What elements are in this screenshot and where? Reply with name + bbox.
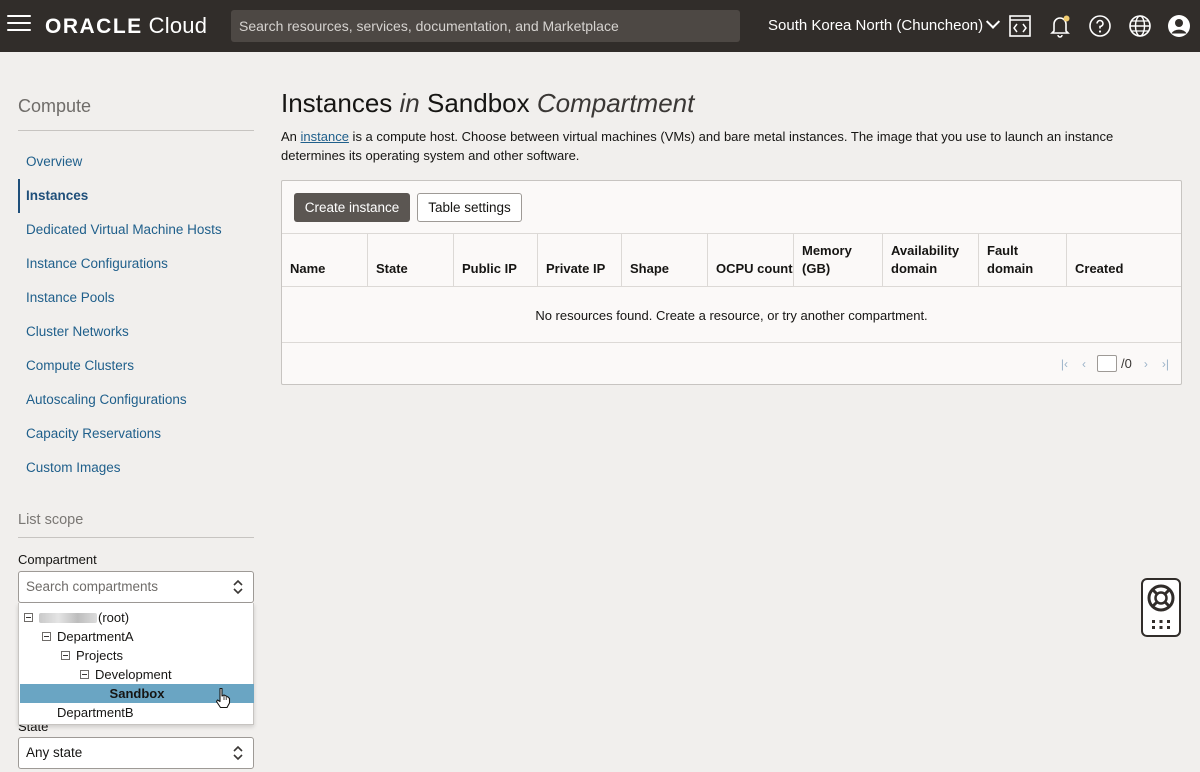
oracle-cloud-logo[interactable]: ORACLE Cloud [45,13,207,39]
state-select-value: Any state [26,745,83,760]
tree-node-department-b[interactable]: DepartmentB [57,703,134,722]
notifications-bell-icon[interactable] [1048,14,1072,38]
region-selector[interactable]: South Korea North (Chuncheon) [768,14,1001,34]
sidebar-item-cluster-networks[interactable]: Cluster Networks [18,315,254,349]
tree-node-label: DepartmentB [57,705,134,720]
empty-table-message: No resources found. Create a resource, o… [282,288,1181,343]
help-support-widget[interactable] [1141,578,1181,637]
create-instance-button[interactable]: Create instance [294,193,410,222]
column-header-memory[interactable]: Memory (GB) [794,234,883,287]
user-profile-icon[interactable] [1167,14,1191,38]
instance-help-link[interactable]: instance [301,129,349,144]
desc-text: An [281,129,301,144]
language-globe-icon[interactable] [1128,14,1152,38]
brand-oracle: ORACLE [45,15,143,38]
sidebar-item-capacity-reservations[interactable]: Capacity Reservations [18,417,254,451]
page-total: /0 [1121,356,1132,371]
tree-node-label: Development [95,667,172,682]
tree-node-root-label: (root) [98,610,130,625]
sidebar-item-instance-configurations[interactable]: Instance Configurations [18,247,254,281]
hamburger-menu-icon[interactable] [7,15,31,35]
last-page-icon[interactable]: ›| [1162,357,1169,371]
page-description: An instance is a compute host. Choose be… [281,127,1161,165]
title-part: Compartment [536,88,695,118]
first-page-icon[interactable]: |‹ [1061,357,1068,371]
compartment-label: Compartment [18,552,97,567]
sidebar-item-compute-clusters[interactable]: Compute Clusters [18,349,254,383]
redacted-tenancy-name [39,612,97,623]
sidebar-item-dedicated-vm-hosts[interactable]: Dedicated Virtual Machine Hosts [18,213,254,247]
title-part: Instances [281,88,400,118]
sidebar-item-overview[interactable]: Overview [18,145,254,179]
sidebar-item-autoscaling-configurations[interactable]: Autoscaling Configurations [18,383,254,417]
pagination: |‹ ‹ /0 › ›| [1054,355,1169,372]
table-header: Name State Public IP Private IP Shape OC… [282,233,1181,287]
tree-node-root[interactable]: (root) [24,608,129,627]
sidebar-item-custom-images[interactable]: Custom Images [18,451,254,485]
collapse-icon[interactable] [80,670,89,679]
column-header-state[interactable]: State [368,234,454,287]
select-updown-icon [233,579,243,595]
list-scope-heading: List scope [18,512,84,528]
code-editor-icon[interactable] [1008,14,1032,38]
select-updown-icon [233,745,243,761]
region-label: South Korea North (Chuncheon) [768,17,984,34]
desc-text: is a compute host. Choose between virtua… [281,129,1114,163]
page-title: Instances in Sandbox Compartment [281,88,694,119]
title-part: Sandbox [419,88,537,118]
tree-node-projects[interactable]: Projects [61,646,123,665]
instances-table-panel: Create instance Table settings Name Stat… [281,180,1182,385]
previous-page-icon[interactable]: ‹ [1082,357,1086,371]
tree-node-label: Projects [76,648,123,663]
table-settings-button[interactable]: Table settings [417,193,522,222]
column-header-shape[interactable]: Shape [622,234,708,287]
state-select[interactable]: Any state [18,737,254,769]
compartment-search-placeholder: Search compartments [26,579,159,594]
global-search-input[interactable] [231,10,740,42]
column-header-created[interactable]: Created [1067,234,1181,287]
collapse-icon[interactable] [42,632,51,641]
column-header-public-ip[interactable]: Public IP [454,234,538,287]
life-ring-icon [1147,584,1175,629]
column-header-availability-domain[interactable]: Availability domain [883,234,979,287]
column-header-name[interactable]: Name [282,234,368,287]
tree-node-label: Sandbox [109,686,165,701]
top-navigation-bar: ORACLE Cloud South Korea North (Chuncheo… [0,0,1200,52]
divider [18,537,254,538]
sidebar-item-instance-pools[interactable]: Instance Pools [18,281,254,315]
collapse-icon[interactable] [61,651,70,660]
brand-cloud: Cloud [148,13,208,38]
sidebar-title: Compute [18,96,92,116]
tree-node-department-a[interactable]: DepartmentA [42,627,134,646]
help-icon[interactable] [1088,14,1112,38]
collapse-icon[interactable] [24,613,33,622]
column-header-fault-domain[interactable]: Fault domain [979,234,1067,287]
title-part: in [399,88,420,118]
column-header-ocpu-count[interactable]: OCPU count [708,234,794,287]
sidebar-item-instances[interactable]: Instances [18,179,254,213]
hand-pointer-cursor-icon [215,687,231,709]
chevron-down-icon [986,14,1001,29]
sidebar-nav: Overview Instances Dedicated Virtual Mac… [18,145,254,485]
page-number-input[interactable] [1097,355,1118,372]
next-page-icon[interactable]: › [1144,357,1148,371]
column-header-private-ip[interactable]: Private IP [538,234,622,287]
compartment-select[interactable]: Search compartments [18,571,254,603]
divider [18,130,254,131]
tree-node-development[interactable]: Development [80,665,172,684]
tree-node-label: DepartmentA [57,629,134,644]
